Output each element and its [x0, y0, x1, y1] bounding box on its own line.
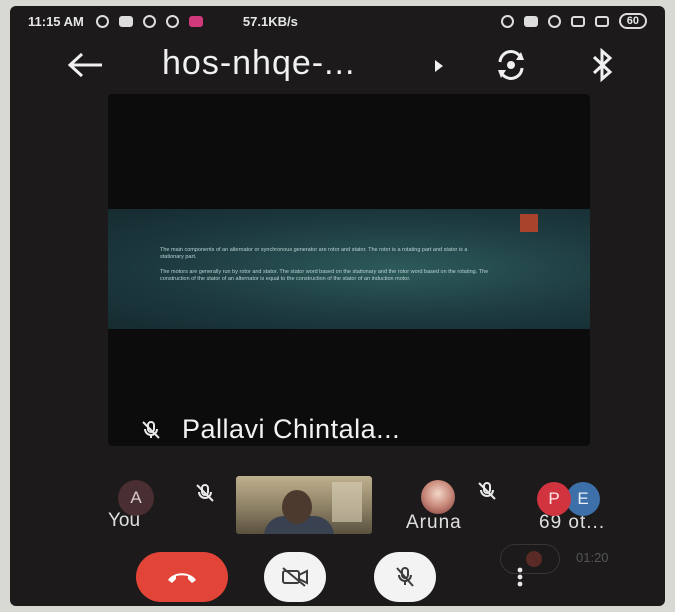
- switch-camera-icon[interactable]: [494, 48, 528, 82]
- camera-off-icon: [282, 567, 308, 587]
- slide-accent-mark: [520, 214, 538, 232]
- avatar-p[interactable]: P: [537, 482, 571, 516]
- video-person: [282, 490, 312, 524]
- mic-off-icon: [196, 484, 214, 502]
- more-vertical-icon: [517, 567, 523, 587]
- mic-off-icon: [142, 420, 160, 439]
- network-speed: 57.1KB/s: [242, 13, 298, 29]
- back-arrow-icon[interactable]: [66, 50, 106, 80]
- slide-text: The main components of an alternator or …: [160, 247, 490, 291]
- mic-off-icon: [478, 482, 496, 500]
- meet-screen: 11:15 AM 57.1KB/s 60 hos-nhqe-... The ma…: [10, 6, 665, 606]
- shared-slide: The main components of an alternator or …: [108, 209, 590, 329]
- bluetooth-status-icon: [500, 14, 514, 28]
- status-bar: 11:15 AM 57.1KB/s 60: [10, 6, 665, 36]
- avatar-e[interactable]: E: [566, 482, 600, 516]
- alarm-icon: [547, 14, 561, 28]
- meeting-code[interactable]: hos-nhqe-...: [162, 44, 355, 83]
- call-controls: 01:20: [10, 544, 665, 606]
- signal-icon: [594, 15, 609, 27]
- end-call-button[interactable]: [136, 552, 228, 602]
- slide-bullet: The main components of an alternator or …: [160, 247, 468, 260]
- presenter-tile[interactable]: The main components of an alternator or …: [108, 94, 590, 446]
- video-notification-icon: [118, 15, 133, 27]
- mic-toggle-button[interactable]: [374, 552, 436, 602]
- app-notification-icon: [165, 14, 179, 28]
- hang-up-icon: [168, 573, 196, 583]
- avatar-aruna[interactable]: [421, 480, 455, 514]
- sim-icon: [570, 15, 585, 27]
- participant-strip: A You Aruna P E 69 ot...: [10, 476, 665, 538]
- notification-icon: [95, 14, 109, 28]
- presenter-name: Pallavi Chintala...: [182, 414, 401, 444]
- recording-time: 01:20: [576, 550, 609, 565]
- camera-toggle-button[interactable]: [264, 552, 326, 602]
- more-options-button[interactable]: [506, 554, 534, 600]
- participant-video-thumbnail[interactable]: [236, 476, 372, 534]
- participant-label-aruna: Aruna: [406, 512, 462, 533]
- notification-icons: [95, 14, 203, 28]
- slide-bullet: The motors are generally run by rotor an…: [160, 269, 489, 282]
- mail-icon: [188, 15, 203, 27]
- battery-indicator: 60: [618, 13, 647, 29]
- meeting-header: hos-nhqe-...: [10, 36, 665, 94]
- presenter-label: Pallavi Chintala...: [140, 414, 400, 445]
- mic-off-icon: [396, 567, 414, 587]
- chevron-right-icon[interactable]: [435, 60, 443, 72]
- video-background: [332, 482, 362, 522]
- status-time: 11:15 AM: [28, 13, 84, 29]
- app-notification-icon: [142, 14, 156, 28]
- volte-icon: [523, 15, 538, 27]
- bluetooth-icon[interactable]: [590, 48, 614, 82]
- participant-label-you: You: [108, 510, 141, 531]
